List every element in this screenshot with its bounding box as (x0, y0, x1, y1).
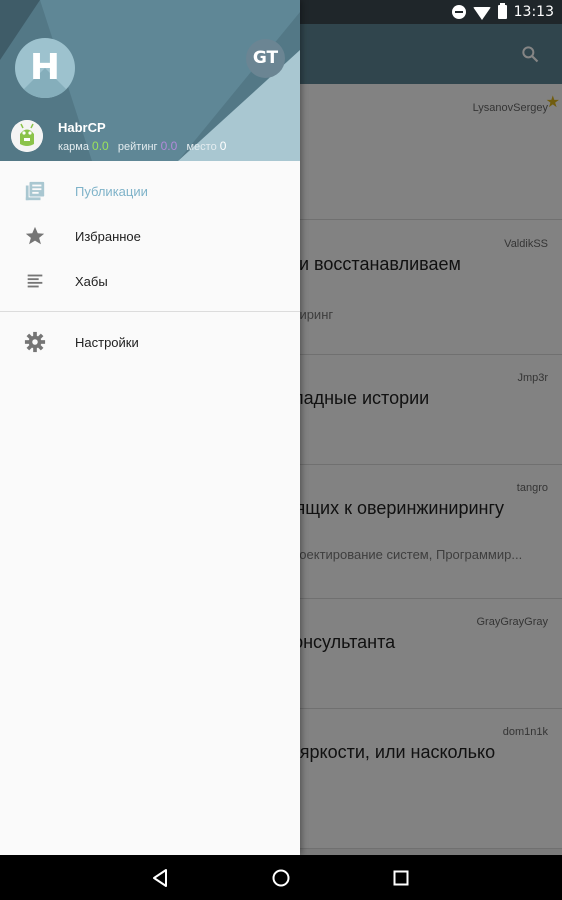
rating-label: рейтинг (117, 141, 158, 153)
wifi-icon (472, 6, 491, 20)
menu-item-label: Настройки (75, 335, 139, 350)
menu-divider (0, 311, 300, 312)
menu-item-settings[interactable]: Настройки (0, 320, 300, 365)
drawer-header: H GT HabrCP карма 0.0 рейтинг 0.0 место … (0, 0, 300, 161)
clock: 13:13 (513, 4, 554, 20)
star-icon (25, 226, 45, 245)
dnd-icon (451, 5, 466, 19)
rating-value: 0.0 (160, 139, 178, 153)
home-icon[interactable] (270, 867, 292, 889)
username[interactable]: HabrCP (58, 120, 106, 135)
menu-item-label: Публикации (75, 184, 148, 199)
menu-item-hubs[interactable]: Хабы (0, 259, 300, 304)
habr-logo: H (15, 38, 75, 98)
system-nav-bar (0, 855, 562, 900)
user-stats: карма 0.0 рейтинг 0.0 место 0 (58, 139, 226, 153)
menu-item-favorites[interactable]: Избранное (0, 214, 300, 259)
recents-icon[interactable] (390, 867, 412, 889)
drawer-menu: Публикации Избранное Хабы (0, 161, 300, 304)
menu-item-label: Избранное (75, 229, 141, 244)
place-value: 0 (219, 139, 227, 153)
menu-item-publications[interactable]: Публикации (0, 169, 300, 214)
avatar[interactable] (11, 120, 43, 152)
publications-icon (25, 181, 45, 201)
battery-icon (497, 3, 507, 19)
geektimes-logo[interactable]: GT (246, 39, 285, 78)
karma-label: карма (58, 141, 89, 153)
gear-icon (24, 331, 46, 353)
navigation-drawer: H GT HabrCP карма 0.0 рейтинг 0.0 место … (0, 0, 300, 855)
android-avatar-icon (11, 120, 43, 152)
hubs-list-icon (27, 274, 43, 288)
place-label: место (186, 141, 217, 153)
menu-item-label: Хабы (75, 274, 108, 289)
karma-value: 0.0 (92, 139, 109, 153)
back-icon[interactable] (150, 867, 172, 889)
